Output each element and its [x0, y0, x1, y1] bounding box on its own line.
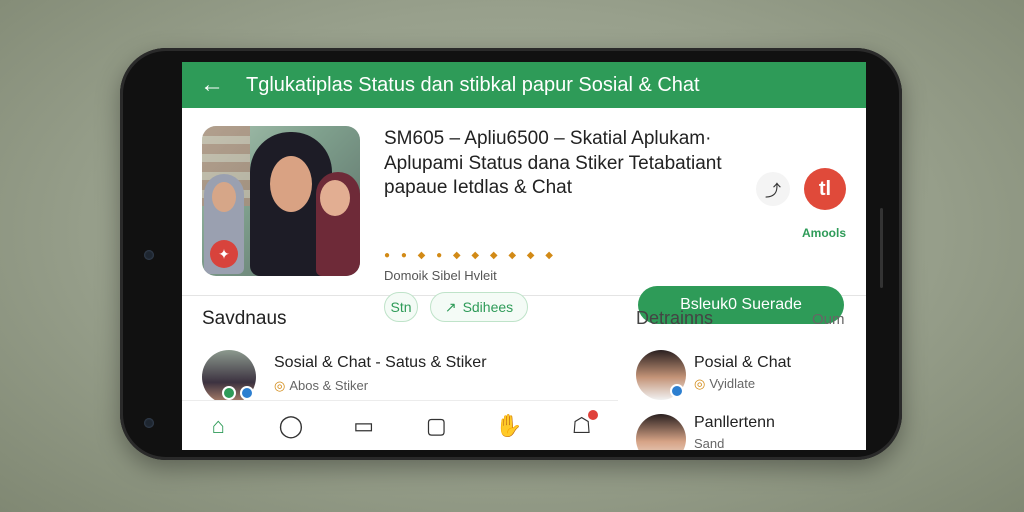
coin-icon: ◎	[694, 376, 706, 391]
avatar	[636, 414, 686, 450]
side-button	[880, 208, 883, 288]
list-item-subtitle-text: Abos & Stiker	[289, 378, 369, 393]
app-logo-icon[interactable]: tl	[804, 168, 846, 210]
top-app-bar: ← Tglukatiplas Status dan stibkal papur …	[182, 62, 866, 108]
sensor-dot	[144, 418, 154, 428]
page-title: Tglukatiplas Status dan stibkal papur So…	[246, 73, 700, 96]
share-icon[interactable]: ⤴	[756, 172, 790, 206]
home-icon[interactable]: ⌂	[198, 406, 238, 446]
sticker-badge-icon: ✦	[210, 240, 238, 268]
whatsapp-badge-icon	[222, 386, 236, 400]
verified-badge-icon	[670, 384, 684, 398]
chat-bubble-icon[interactable]: ◯	[271, 406, 311, 446]
person-face-main	[270, 156, 312, 212]
section-heading-left: Savdnaus	[202, 308, 287, 329]
message-icon[interactable]: ▢	[416, 406, 456, 446]
verified-badge-icon	[240, 386, 254, 400]
person-face-left	[212, 182, 236, 212]
camera-dot	[144, 250, 154, 260]
trend-icon: ↗	[444, 298, 457, 315]
info-chip[interactable]: Stn	[384, 292, 418, 322]
feed-icon[interactable]: ▭	[344, 406, 384, 446]
category-chip-label: Sdihees	[462, 299, 514, 315]
app-info-card: ✦ SM605 – Apliu6500 – Skatial Aplukam· A…	[182, 108, 866, 324]
list-item-subtitle-text: Vyidlate	[709, 376, 756, 391]
list-item-subtitle: Sand	[694, 436, 725, 450]
developer-name[interactable]: Domoik Sibel Hvleit	[384, 268, 497, 283]
list-item-title[interactable]: Panllertenn	[694, 414, 775, 432]
app-feature-image: ✦	[202, 126, 360, 276]
sticker-icon[interactable]: ✋	[489, 406, 529, 446]
section-more-link[interactable]: Oum	[812, 311, 845, 328]
app-description: Aplupami Status dana Stiker Tetabatiant …	[384, 153, 722, 198]
person-face-right	[320, 180, 350, 216]
app-name: SM605 – Apliu6500 – Skatial Aplukam·	[384, 128, 712, 149]
bottom-navigation: ⌂ ◯ ▭ ▢ ✋ ☖	[182, 400, 618, 450]
list-item-subtitle: ◎ Abos & Stiker	[274, 378, 368, 394]
list-item-subtitle: ◎ Vyidlate	[694, 376, 755, 392]
list-item-title[interactable]: Posial & Chat	[694, 354, 791, 372]
back-arrow-icon[interactable]: ←	[200, 71, 236, 99]
section-heading-right: Detrainns	[636, 308, 714, 328]
notification-dot	[587, 409, 598, 420]
notification-icon[interactable]: ☖	[562, 406, 602, 446]
coin-icon: ◎	[274, 378, 286, 393]
list-item-title[interactable]: Sosial & Chat - Satus & Stiker	[274, 354, 487, 372]
rating-stars: ● ● ◆ ● ◆ ◆ ◆ ◆ ◆ ◆	[384, 250, 557, 261]
logo-label: Amools	[802, 226, 847, 240]
info-chip-label: Stn	[390, 299, 412, 315]
app-screen: ← Tglukatiplas Status dan stibkal papur …	[182, 62, 866, 450]
category-chip[interactable]: ↗ Sdihees	[430, 292, 528, 322]
